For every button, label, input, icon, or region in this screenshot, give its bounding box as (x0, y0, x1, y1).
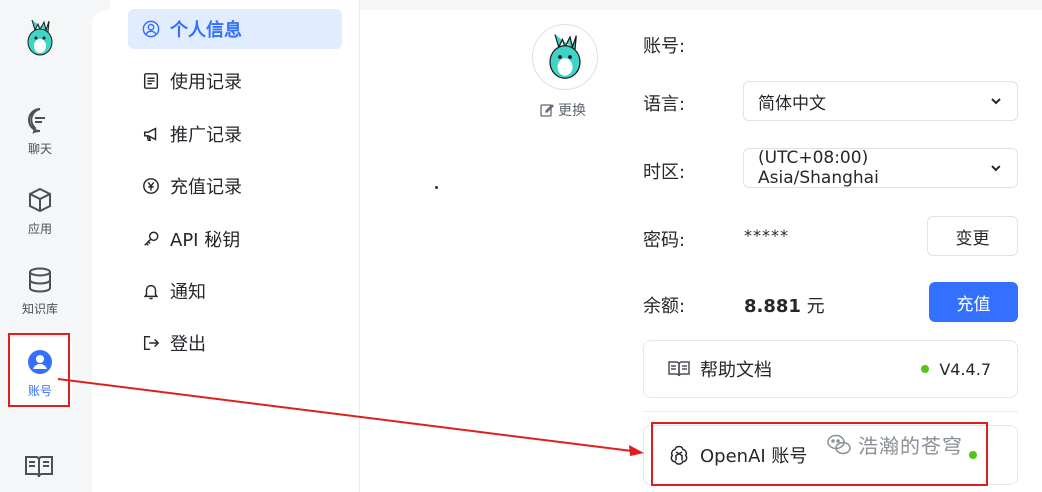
account-label: 账号: (643, 36, 686, 57)
rail-item-label: 聊天 (27, 141, 52, 156)
logo-icon[interactable] (22, 18, 58, 58)
cube-icon (29, 187, 51, 212)
logout-icon (143, 335, 160, 351)
key-icon (144, 231, 159, 246)
submenu-item-profile[interactable]: 个人信息 (128, 9, 342, 49)
chevron-down-icon (991, 165, 1001, 172)
left-rail: 聊天 应用 知识库 账号 (0, 0, 84, 492)
settings-submenu: 个人信息 使用记录 推广记录 充值记录 API 秘钥 通知 登出 (110, 0, 360, 492)
change-avatar-link[interactable]: 更换 (540, 100, 586, 120)
version-text: V4.4.7 (939, 359, 991, 379)
user-circle-icon (142, 20, 160, 38)
chevron-down-icon (991, 98, 1001, 105)
rail-item-apps[interactable]: 应用 (8, 176, 72, 246)
timezone-select[interactable]: (UTC+08:00) Asia/Shanghai (743, 148, 1018, 188)
megaphone-icon (143, 127, 157, 142)
divider (643, 411, 1018, 412)
submenu-item-promotion[interactable]: 推广记录 (128, 114, 342, 154)
rail-item-knowledge[interactable]: 知识库 (8, 256, 72, 326)
submenu-item-api-key[interactable]: API 秘钥 (128, 219, 342, 259)
book-icon[interactable] (24, 454, 54, 480)
rail-item-label: 知识库 (21, 301, 58, 316)
language-label: 语言: (643, 94, 686, 115)
watermark: 浩瀚的苍穹 (826, 430, 963, 459)
password-mask: ***** (744, 226, 789, 245)
language-select[interactable]: 简体中文 (743, 81, 1018, 121)
submenu-item-label: 个人信息 (170, 20, 242, 41)
recharge-button[interactable]: 充值 (929, 282, 1018, 322)
language-value: 简体中文 (758, 93, 826, 114)
submenu-item-label: 使用记录 (170, 72, 242, 93)
coin-icon (143, 178, 159, 194)
submenu-item-recharge-log[interactable]: 充值记录 (128, 166, 342, 206)
submenu-item-label: 登出 (170, 334, 206, 355)
watermark-text: 浩瀚的苍穹 (858, 434, 963, 458)
submenu-item-label: 通知 (170, 282, 206, 303)
change-avatar-label: 更换 (558, 103, 586, 119)
avatar-mascot-icon (549, 34, 581, 79)
user-icon (28, 349, 52, 374)
openai-account-label: OpenAI 账号 (700, 446, 808, 467)
password-label: 密码: (643, 230, 686, 251)
submenu-item-logout[interactable]: 登出 (128, 323, 342, 363)
version-badge: V4.4.7 (921, 360, 991, 379)
bell-icon (143, 284, 159, 300)
edit-icon (540, 104, 554, 117)
rail-item-label: 账号 (27, 383, 52, 398)
wechat-icon (827, 434, 851, 454)
openai-icon (670, 445, 688, 465)
timezone-value: (UTC+08:00) Asia/Shanghai (758, 148, 879, 188)
balance-value: 8.881 元 (744, 292, 825, 318)
balance-label: 余额: (643, 296, 686, 317)
balance-amount: 8.881 (744, 296, 801, 317)
submenu-item-label: 推广记录 (170, 125, 242, 146)
rail-item-label: 应用 (27, 221, 52, 236)
change-password-button[interactable]: 变更 (927, 216, 1018, 256)
submenu-item-notifications[interactable]: 通知 (128, 271, 342, 311)
help-docs-label: 帮助文档 (700, 360, 772, 381)
status-dot (921, 365, 930, 373)
rail-item-account[interactable]: 账号 (8, 338, 72, 408)
balance-unit: 元 (806, 296, 825, 317)
submenu-item-label: 充值记录 (170, 177, 242, 198)
book-open-icon (668, 361, 690, 377)
avatar[interactable] (532, 24, 598, 90)
chat-icon (28, 107, 45, 134)
doc-icon (143, 73, 159, 89)
help-docs-card[interactable]: 帮助文档 V4.4.7 (643, 340, 1018, 398)
database-icon (29, 267, 51, 293)
timezone-label: 时区: (643, 162, 686, 183)
submenu-item-usage[interactable]: 使用记录 (128, 61, 342, 101)
rail-item-chat[interactable]: 聊天 (8, 96, 72, 166)
status-dot (969, 451, 977, 459)
stray-dot (435, 186, 438, 189)
submenu-item-label: API 秘钥 (170, 230, 241, 251)
